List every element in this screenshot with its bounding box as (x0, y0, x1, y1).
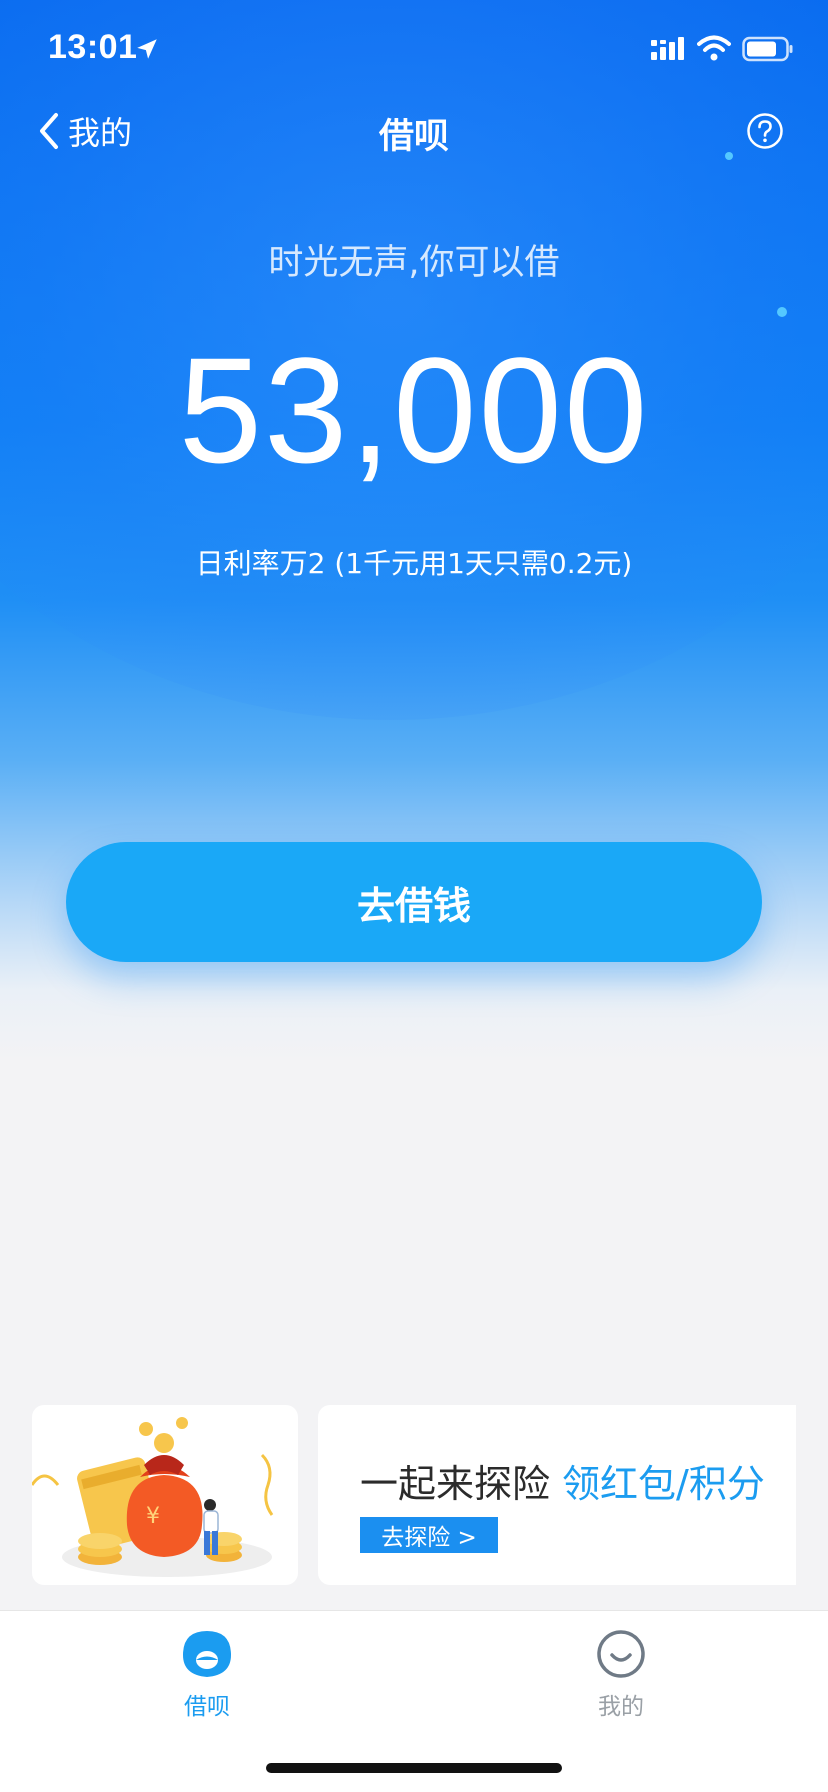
adventure-headline-reward: 领红包/积分 (562, 1462, 765, 1506)
cellular-signal-icon (651, 37, 684, 60)
tab-mine[interactable]: 我的 (541, 1627, 701, 1727)
borrow-button[interactable]: 去借钱 (66, 842, 762, 962)
adventure-banner[interactable]: 一起来探险 领红包/积分 去探险 > (318, 1405, 796, 1585)
tab-jiebei-label: 借呗 (184, 1694, 230, 1720)
jiebei-tab-icon (183, 1631, 231, 1677)
smile-face-icon (597, 1630, 645, 1678)
adventure-headline-main: 一起来探险 (360, 1462, 551, 1506)
back-label: 我的 (68, 114, 133, 152)
money-bag-illustration-icon: ¥ (32, 1417, 274, 1577)
tab-mine-label: 我的 (598, 1694, 644, 1720)
interest-rate-text: 日利率万2 (1千元用1天只需0.2元) (195, 547, 633, 580)
location-arrow-icon (137, 39, 157, 59)
tab-jiebei[interactable]: 借呗 (127, 1627, 287, 1727)
decor-dot (777, 307, 787, 317)
money-bag-banner[interactable]: ¥ (32, 1405, 298, 1585)
jiebei-page: 13:01 我的 借呗 时光无声,你可以借 53,000 日利率万2 (1千元用… (0, 0, 828, 1792)
svg-text:¥: ¥ (146, 1504, 160, 1529)
help-icon[interactable] (746, 112, 784, 150)
battery-icon (742, 36, 793, 62)
back-button[interactable]: 我的 (36, 108, 132, 154)
home-indicator[interactable] (266, 1763, 562, 1773)
credit-amount: 53,000 (178, 326, 650, 494)
slogan-text: 时光无声,你可以借 (268, 243, 560, 283)
status-bar: 13:01 (0, 0, 828, 100)
adventure-headline: 一起来探险 领红包/积分 (360, 1453, 765, 1508)
wifi-icon (697, 35, 731, 61)
chevron-left-icon (40, 113, 58, 149)
adventure-cta-button[interactable]: 去探险 > (360, 1517, 498, 1553)
status-time: 13:01 (48, 28, 138, 66)
decor-dot (725, 152, 733, 160)
